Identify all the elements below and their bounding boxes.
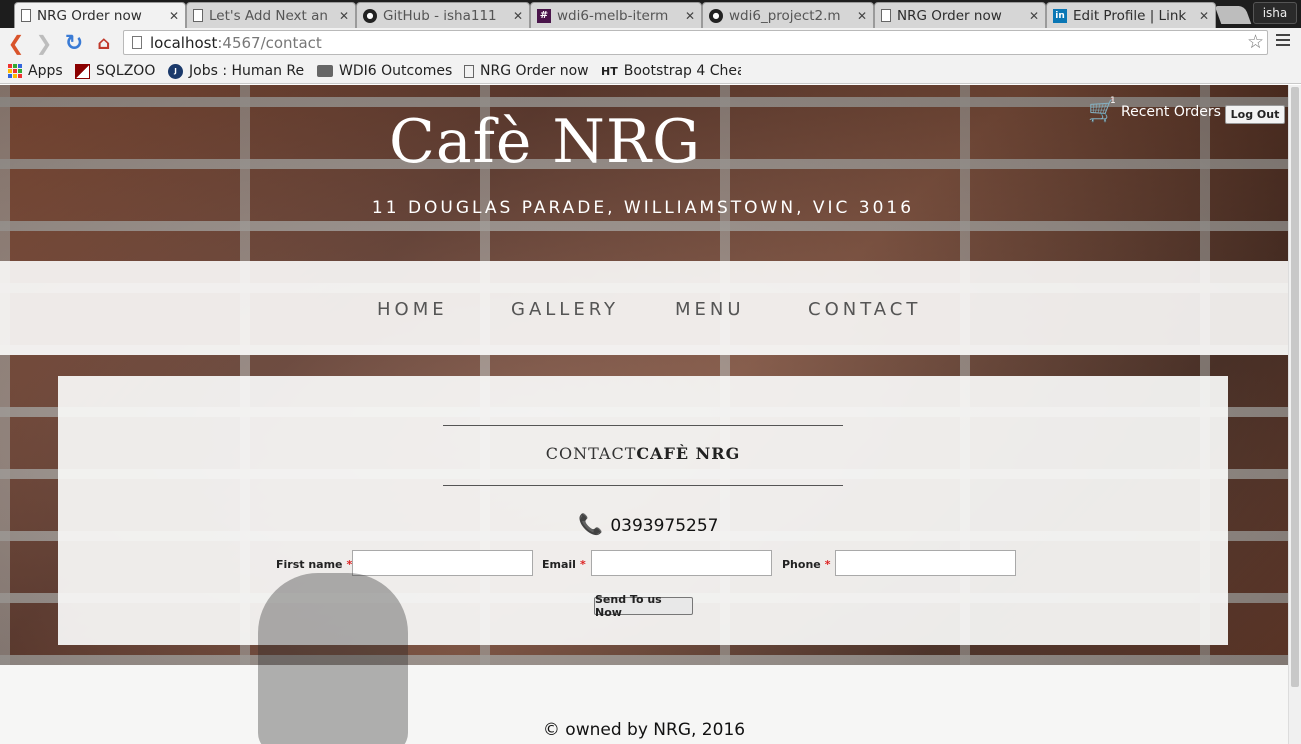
sqlzoo-icon: [75, 63, 90, 79]
phone-number: 0393975257: [610, 516, 719, 536]
doc-icon: [193, 9, 203, 22]
phone-label: Phone *: [782, 558, 831, 571]
bookmarks-bar: Apps SQLZOO J Jobs : Human Re WDI6 Outco…: [0, 58, 1301, 84]
hash-icon: #: [537, 8, 551, 23]
jobs-icon: J: [168, 63, 183, 79]
cart-count: 1: [1110, 96, 1116, 106]
contact-heading-bold: CAFÈ NRG: [636, 444, 741, 463]
label-text: Phone: [782, 558, 821, 571]
cafe-address: 11 DOUGLAS PARADE, WILLIAMSTOWN, VIC 301…: [371, 198, 915, 218]
home-icon[interactable]: ⌂: [92, 32, 116, 54]
doc-icon: [881, 9, 891, 22]
apps-grid-icon: [8, 64, 22, 78]
bookmark-nrg-order-now[interactable]: NRG Order now: [464, 61, 589, 81]
contact-panel: CONTACTCAFÈ NRG 📞 0393975257 First name *…: [58, 376, 1228, 645]
heading-bottom-rule: [443, 485, 843, 486]
doc-icon: [464, 64, 474, 78]
close-icon[interactable]: ✕: [169, 9, 179, 23]
main-nav: HOME GALLERY MENU CONTACT: [0, 261, 1288, 355]
tab-lets-add-next[interactable]: Let's Add Next an ✕: [186, 2, 356, 28]
tab-edit-profile-linkedin[interactable]: in Edit Profile | Link ✕: [1046, 2, 1216, 28]
tab-strip: NRG Order now ✕ Let's Add Next an ✕ ● Gi…: [0, 0, 1301, 28]
phone-icon: 📞: [578, 512, 603, 536]
footer-copyright: © owned by NRG, 2016: [542, 720, 746, 740]
tab-title: NRG Order now: [37, 7, 142, 24]
bookmark-sqlzoo[interactable]: SQLZOO: [75, 61, 155, 81]
page-icon: [132, 36, 142, 49]
tab-nrg-order-now-2[interactable]: NRG Order now ✕: [874, 2, 1046, 28]
phone-input[interactable]: [835, 550, 1016, 576]
bookmark-apps[interactable]: Apps: [8, 61, 63, 81]
tab-title: wdi6-melb-iterm: [557, 7, 669, 24]
tab-title: Let's Add Next an: [209, 7, 328, 24]
required-marker: *: [824, 558, 831, 571]
label-text: Email: [542, 558, 576, 571]
tab-title: wdi6_project2.m: [729, 7, 841, 24]
close-icon[interactable]: ✕: [1029, 9, 1039, 23]
contact-heading-light: CONTACT: [545, 444, 637, 463]
vertical-scrollbar[interactable]: [1288, 85, 1301, 744]
bookmark-bootstrap[interactable]: HT Bootstrap 4 Chea: [601, 61, 741, 81]
new-tab-button[interactable]: [1214, 6, 1252, 24]
email-input[interactable]: [591, 550, 772, 576]
recent-orders-link[interactable]: Recent Orders: [1121, 104, 1221, 120]
close-icon[interactable]: ✕: [857, 9, 867, 23]
site-footer: © owned by NRG, 2016: [0, 665, 1288, 744]
bookmark-label: Apps: [28, 63, 63, 79]
bookmark-star-icon[interactable]: ☆: [1247, 31, 1264, 53]
close-icon[interactable]: ✕: [513, 9, 523, 23]
heading-top-rule: [443, 425, 843, 426]
send-button[interactable]: Send To us Now: [594, 593, 693, 619]
bookmark-wdi6-outcomes[interactable]: WDI6 Outcomes: [317, 61, 452, 81]
bookmark-label: Jobs : Human Re: [189, 63, 305, 79]
linkedin-icon: in: [1053, 8, 1067, 23]
nav-gallery[interactable]: GALLERY: [511, 299, 619, 320]
folder-icon: [317, 65, 333, 77]
brand-title: Cafè NRG: [388, 107, 702, 177]
tab-nrg-order-now[interactable]: NRG Order now ✕: [14, 2, 186, 28]
web-page: 🛒 1 Recent Orders Log Out Cafè NRG 11 DO…: [0, 85, 1288, 744]
phone-number-row: 📞 0393975257: [578, 512, 738, 536]
url-host: localhost: [150, 34, 218, 52]
label-text: First name: [276, 558, 343, 571]
tab-wdi6-project2[interactable]: ● wdi6_project2.m ✕: [702, 2, 874, 28]
close-icon[interactable]: ✕: [685, 9, 695, 23]
tab-title: NRG Order now: [897, 7, 1002, 24]
site-header: 🛒 1 Recent Orders Log Out Cafè NRG 11 DO…: [0, 85, 1288, 261]
url-path: :4567/contact: [217, 34, 322, 52]
forward-arrow-icon[interactable]: ❯: [32, 31, 56, 55]
address-bar[interactable]: localhost:4567/contact ☆: [123, 30, 1268, 55]
ht-icon: HT: [601, 64, 618, 78]
github-icon: ●: [363, 8, 377, 23]
scrollbar-thumb[interactable]: [1291, 87, 1299, 687]
browser-menu-icon[interactable]: [1276, 34, 1290, 48]
tab-github[interactable]: ● GitHub - isha111 ✕: [356, 2, 530, 28]
required-marker: *: [579, 558, 586, 571]
bookmark-label: NRG Order now: [480, 63, 589, 79]
contact-heading: CONTACTCAFÈ NRG: [443, 444, 843, 463]
bookmark-label: Bootstrap 4 Chea: [623, 63, 741, 79]
bookmark-label: WDI6 Outcomes: [339, 63, 453, 79]
close-icon[interactable]: ✕: [1199, 9, 1209, 23]
tab-wdi6-melb[interactable]: # wdi6-melb-iterm ✕: [530, 2, 702, 28]
email-label: Email *: [542, 558, 586, 571]
reload-icon[interactable]: ↻: [62, 31, 86, 56]
close-icon[interactable]: ✕: [339, 9, 349, 23]
profile-button[interactable]: isha: [1253, 2, 1297, 24]
doc-icon: [21, 9, 31, 22]
back-arrow-icon[interactable]: ❮: [4, 31, 28, 55]
tab-title: GitHub - isha111: [383, 7, 497, 24]
logout-button[interactable]: Log Out: [1225, 105, 1285, 124]
nav-menu[interactable]: MENU: [675, 299, 745, 320]
nav-home[interactable]: HOME: [377, 299, 448, 320]
coffee-mug-image: [258, 573, 408, 744]
bookmark-label: SQLZOO: [96, 63, 156, 79]
github-icon: ●: [709, 8, 723, 23]
url-text[interactable]: localhost:4567/contact: [150, 34, 322, 52]
first-name-input[interactable]: [352, 550, 533, 576]
first-name-label: First name *: [276, 558, 352, 571]
bookmark-jobs[interactable]: J Jobs : Human Re: [168, 61, 308, 81]
tab-title: Edit Profile | Link: [1073, 7, 1187, 24]
nav-contact[interactable]: CONTACT: [808, 299, 921, 320]
